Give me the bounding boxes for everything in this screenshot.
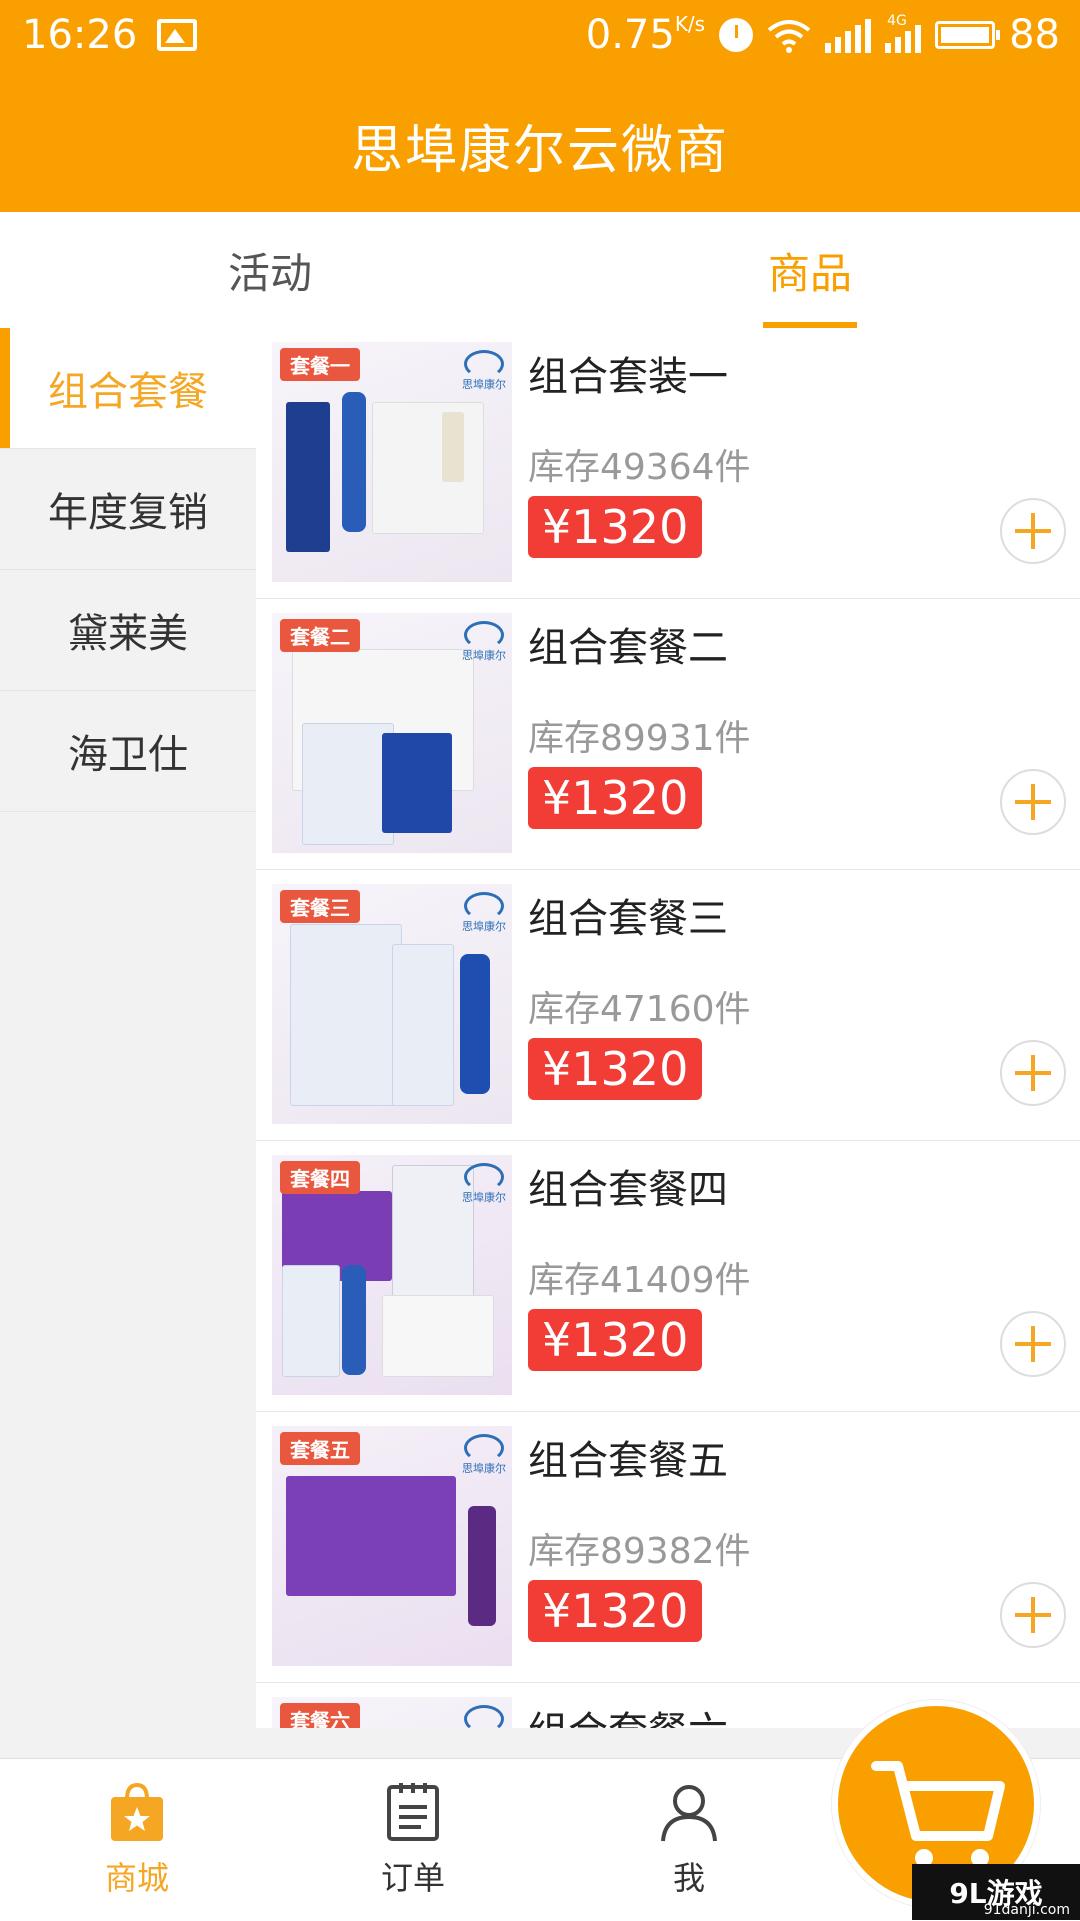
image-notification-icon	[157, 19, 198, 51]
nav-orders-label: 订单	[380, 1859, 445, 1897]
product-price: ¥1320	[528, 1309, 703, 1371]
nav-orders[interactable]: 订单	[313, 1779, 513, 1899]
product-item[interactable]: 套餐四 思埠康尔 组合套餐四 库存41409件 ¥1320	[256, 1141, 1080, 1412]
category-haiweishi[interactable]: 海卫仕	[0, 691, 256, 812]
product-price: ¥1320	[528, 1580, 703, 1642]
product-stock: 库存41409件	[528, 1260, 751, 1301]
brand-logo-icon	[464, 621, 504, 649]
tab-activity[interactable]: 活动	[0, 212, 540, 328]
brand-logo-icon	[464, 1705, 504, 1728]
add-to-cart-button[interactable]	[1000, 498, 1066, 564]
package-tag: 套餐三	[280, 890, 360, 923]
package-tag: 套餐一	[280, 348, 360, 381]
top-tabs: 活动 商品	[0, 212, 1080, 329]
package-tag: 套餐六	[280, 1703, 360, 1728]
tab-products[interactable]: 商品	[540, 212, 1080, 328]
product-name: 组合套装一	[528, 354, 728, 400]
package-tag: 套餐五	[280, 1432, 360, 1465]
product-item[interactable]: 套餐一 思埠康尔 组合套装一 库存49364件 ¥1320	[256, 328, 1080, 599]
product-image[interactable]: 套餐六	[272, 1697, 512, 1728]
product-image[interactable]: 套餐四 思埠康尔	[272, 1155, 512, 1395]
network-type-4g-signal: 4G	[885, 13, 922, 53]
product-image[interactable]: 套餐五 思埠康尔	[272, 1426, 512, 1666]
category-sidebar: 组合套餐 年度复销 黛莱美 海卫仕	[0, 328, 256, 1758]
status-bar: 16:26 0.75K/s 4G 88	[0, 0, 1080, 78]
product-image[interactable]: 套餐二 思埠康尔	[272, 613, 512, 853]
app-header: 思埠康尔云微商	[0, 78, 1080, 212]
product-list: 套餐一 思埠康尔 组合套装一 库存49364件 ¥1320 套餐二 思埠康尔 组…	[256, 328, 1080, 1728]
product-stock: 库存89931件	[528, 718, 751, 759]
add-to-cart-button[interactable]	[1000, 1040, 1066, 1106]
product-image[interactable]: 套餐一 思埠康尔	[272, 342, 512, 582]
network-speed: 0.75K/s	[585, 12, 706, 58]
product-name: 组合套餐五	[528, 1438, 728, 1484]
nav-shop-label: 商城	[104, 1859, 169, 1897]
product-stock: 库存89382件	[528, 1531, 751, 1572]
category-dailaimei[interactable]: 黛莱美	[0, 570, 256, 691]
brand-logo-icon	[464, 1434, 504, 1462]
site-watermark: 9L游戏 91danji.com	[912, 1864, 1080, 1920]
nav-me-label: 我	[672, 1859, 705, 1897]
brand-logo-icon	[464, 350, 504, 378]
add-to-cart-button[interactable]	[1000, 1311, 1066, 1377]
product-price: ¥1320	[528, 496, 703, 558]
add-to-cart-button[interactable]	[1000, 769, 1066, 835]
product-price: ¥1320	[528, 767, 703, 829]
wifi-icon	[767, 18, 811, 53]
product-name: 组合套餐四	[528, 1167, 728, 1213]
status-time: 16:26	[22, 12, 138, 58]
product-name: 组合套餐二	[528, 625, 728, 671]
alarm-icon	[719, 18, 754, 52]
product-name: 组合套餐三	[528, 896, 728, 942]
add-to-cart-button[interactable]	[1000, 1582, 1066, 1648]
brand-logo-icon	[464, 1163, 504, 1191]
brand-logo-icon	[464, 892, 504, 920]
page-title: 思埠康尔云微商	[350, 120, 729, 181]
nav-shop[interactable]: 商城	[37, 1779, 237, 1899]
order-list-icon	[381, 1779, 445, 1843]
category-annual-resale[interactable]: 年度复销	[0, 449, 256, 570]
product-stock: 库存49364件	[528, 447, 751, 488]
package-tag: 套餐二	[280, 619, 360, 652]
product-item[interactable]: 套餐二 思埠康尔 组合套餐二 库存89931件 ¥1320	[256, 599, 1080, 870]
package-tag: 套餐四	[280, 1161, 360, 1194]
product-item[interactable]: 套餐三 思埠康尔 组合套餐三 库存47160件 ¥1320	[256, 870, 1080, 1141]
nav-me[interactable]: 我	[589, 1779, 789, 1899]
shop-bag-icon	[105, 1779, 169, 1843]
signal-icon	[825, 17, 872, 53]
product-price: ¥1320	[528, 1038, 703, 1100]
product-name: 组合套餐六	[528, 1699, 728, 1728]
category-combo-package[interactable]: 组合套餐	[0, 328, 256, 449]
product-image[interactable]: 套餐三 思埠康尔	[272, 884, 512, 1124]
battery-icon	[935, 21, 1001, 49]
user-icon	[657, 1779, 721, 1843]
battery-level: 88	[1009, 12, 1060, 58]
product-stock: 库存47160件	[528, 989, 751, 1030]
product-item[interactable]: 套餐五 思埠康尔 组合套餐五 库存89382件 ¥1320	[256, 1412, 1080, 1683]
